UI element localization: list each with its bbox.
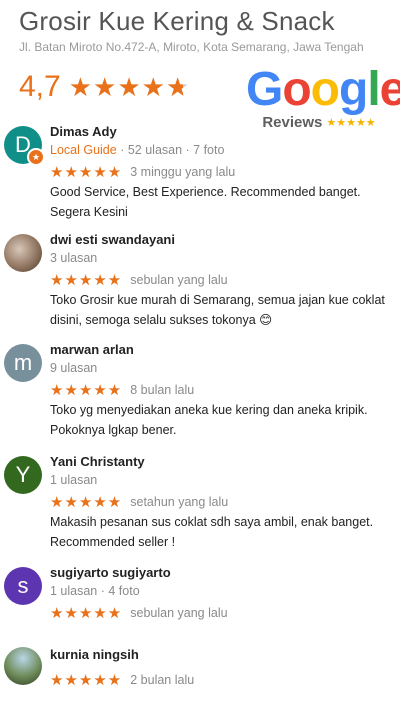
review-stars: ★★★★★ xyxy=(50,272,123,289)
reviewer-name[interactable]: Dimas Ady xyxy=(50,124,395,140)
review-time: 8 bulan lalu xyxy=(130,383,195,397)
review-stars: ★★★★★ xyxy=(50,605,123,622)
review-time: 2 bulan lalu xyxy=(130,673,195,687)
google-reviews-badge: Google Reviews ★★★★★ xyxy=(246,66,400,132)
reviewer-meta: 3 ulasan xyxy=(50,251,98,265)
review-text: Toko yg menyediakan aneka kue kering dan… xyxy=(50,403,368,437)
google-letter-l: l xyxy=(367,63,380,116)
google-letter-g2: g xyxy=(339,63,368,116)
avatar-initial: s xyxy=(17,573,29,598)
reviewer-meta: Local Guide · 52 ulasan · 7 foto xyxy=(50,142,395,159)
review-time: sebulan yang lalu xyxy=(130,273,228,287)
rating-value: 4,7 xyxy=(19,70,61,103)
review-text: Makasih pesanan sus coklat sdh saya ambi… xyxy=(50,515,374,549)
review-stars: ★★★★★ xyxy=(50,164,123,181)
review-text: Toko Grosir kue murah di Semarang, semua… xyxy=(50,293,385,327)
avatar-initial: Y xyxy=(15,462,31,487)
local-guide-star-icon: ★ xyxy=(27,148,45,166)
avatar[interactable]: Y xyxy=(4,456,42,494)
overall-rating: 4,7 ★★★★★ ★ xyxy=(19,70,190,104)
review-stars: ★★★★★ xyxy=(50,494,123,511)
partial-star-icon: ★ ★ xyxy=(165,71,191,102)
review-stars: ★★★★★ xyxy=(50,382,123,399)
rating-stars: ★★★★★ ★ xyxy=(68,71,191,102)
reviewer-name[interactable]: kurnia ningsih xyxy=(50,647,395,663)
google-letter-o2: o xyxy=(310,63,340,116)
business-address: Jl. Batan Miroto No.472-A, Miroto, Kota … xyxy=(19,40,364,54)
reviewer-name[interactable]: dwi esti swandayani xyxy=(50,232,395,248)
review-stars: ★★★★★ xyxy=(50,672,123,689)
reviewer-name[interactable]: Yani Christanty xyxy=(50,454,395,470)
review-time: sebulan yang lalu xyxy=(130,606,228,620)
google-letter-o1: o xyxy=(282,63,311,116)
review-time: setahun yang lalu xyxy=(130,495,229,509)
avatar[interactable] xyxy=(4,234,42,272)
business-header: Grosir Kue Kering & Snack Jl. Batan Miro… xyxy=(19,6,399,54)
avatar[interactable]: m xyxy=(4,344,42,382)
review-text: Good Service, Best Experience. Recommend… xyxy=(50,185,361,219)
avatar[interactable] xyxy=(4,647,42,685)
review-time: 3 minggu yang lalu xyxy=(130,165,236,179)
google-letter-e: e xyxy=(379,63,400,116)
reviewer-meta: 1 ulasan · 4 foto xyxy=(50,584,140,598)
local-guide-label: Local Guide xyxy=(50,143,117,157)
google-logo: Google xyxy=(246,66,400,114)
avatar[interactable]: s xyxy=(4,567,42,605)
reviewer-stats: · 52 ulasan · 7 foto xyxy=(120,143,225,157)
reviewer-name[interactable]: sugiyarto sugiyarto xyxy=(50,565,395,581)
google-letter-g: G xyxy=(246,63,283,116)
reviewer-name[interactable]: marwan arlan xyxy=(50,342,395,358)
reviewer-meta: 1 ulasan xyxy=(50,473,98,487)
business-name: Grosir Kue Kering & Snack xyxy=(19,6,335,36)
reviewer-meta: 9 ulasan xyxy=(50,361,98,375)
avatar[interactable]: D ★ xyxy=(4,126,45,166)
avatar-initial: m xyxy=(13,350,33,375)
